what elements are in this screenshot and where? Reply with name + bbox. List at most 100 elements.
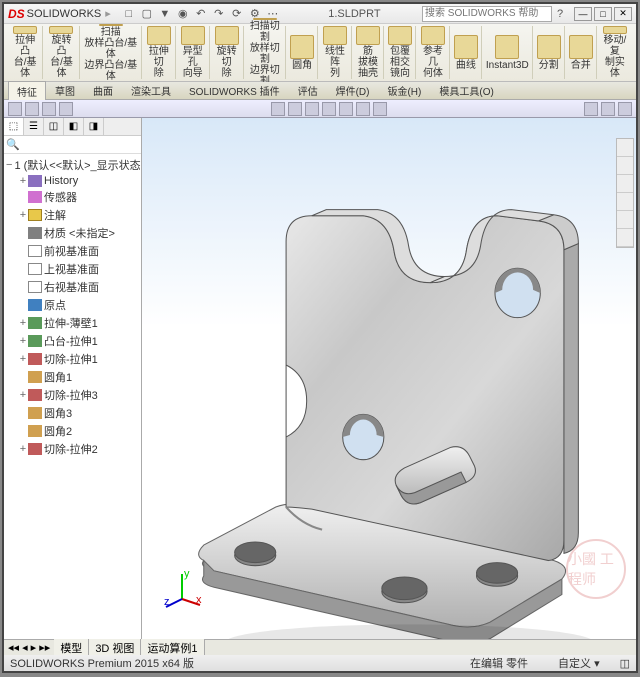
doc-max-icon[interactable] xyxy=(601,102,615,116)
command-tab[interactable]: SOLIDWORKS 插件 xyxy=(180,80,289,101)
ribbon-command[interactable]: 拉伸凸台/基体 xyxy=(8,26,43,79)
motion-tab[interactable]: 3D 视图 xyxy=(89,639,141,657)
command-tab[interactable]: 特征 xyxy=(8,81,46,101)
ribbon-command[interactable]: Instant3D xyxy=(483,26,533,79)
command-icon xyxy=(323,26,347,45)
ribbon-command[interactable]: 参考几何体 xyxy=(417,26,450,79)
command-icon xyxy=(537,35,561,59)
tree-item[interactable]: 传感器 xyxy=(6,188,139,206)
property-manager-tab[interactable]: ☰ xyxy=(24,118,44,135)
tree-item[interactable]: +切除-拉伸2 xyxy=(6,440,139,458)
ribbon-command[interactable]: 旋转凸台/基体 xyxy=(44,26,79,79)
expand-icon[interactable]: + xyxy=(18,175,28,187)
ribbon-command[interactable]: 拉伸切除 xyxy=(143,26,176,79)
tab-nav-icon[interactable]: ◂◂ ◂ ▸ ▸▸ xyxy=(4,641,54,654)
scene-icon[interactable] xyxy=(339,102,353,116)
task-pane[interactable] xyxy=(616,138,634,248)
ribbon-command[interactable]: 扫描切割放样切割边界切割 xyxy=(245,26,287,79)
feature-label: History xyxy=(44,175,78,187)
ribbon-command[interactable]: 线性阵列 xyxy=(319,26,352,79)
filter-icon[interactable]: 🔍 xyxy=(6,139,20,151)
custom-menu[interactable]: 自定义 ▾ xyxy=(558,655,600,671)
expand-icon[interactable]: + xyxy=(18,353,28,365)
view-orient-icon[interactable] xyxy=(288,102,302,116)
ribbon-command[interactable]: 移动/复制实体 xyxy=(598,26,632,79)
tree-item[interactable]: +切除-拉伸1 xyxy=(6,350,139,368)
command-tab[interactable]: 曲面 xyxy=(84,80,122,101)
ribbon-command[interactable]: 扫描放样凸台/基体边界凸台/基体 xyxy=(81,26,142,79)
tree-item[interactable]: 右视基准面 xyxy=(6,278,139,296)
tree-item[interactable]: 前视基准面 xyxy=(6,242,139,260)
expand-icon[interactable]: + xyxy=(18,443,28,455)
section-icon[interactable] xyxy=(322,102,336,116)
maximize-button[interactable]: □ xyxy=(594,7,612,21)
undo-icon[interactable]: ↶ xyxy=(193,6,209,22)
ribbon-command[interactable]: 异型孔向导 xyxy=(177,26,210,79)
command-tab[interactable]: 渲染工具 xyxy=(122,80,180,101)
motion-tab[interactable]: 模型 xyxy=(54,639,89,657)
help-icon[interactable]: ? xyxy=(552,6,568,22)
command-tab[interactable]: 评估 xyxy=(289,80,327,101)
hide-show-icon[interactable] xyxy=(373,102,387,116)
command-icon xyxy=(147,26,171,45)
tree-item[interactable]: +拉伸-薄壁1 xyxy=(6,314,139,332)
tree-item[interactable]: +凸台-拉伸1 xyxy=(6,332,139,350)
open-icon[interactable]: ▢ xyxy=(139,6,155,22)
view-triad[interactable]: y x z xyxy=(162,569,202,609)
command-icon xyxy=(495,35,519,59)
command-tab[interactable]: 草图 xyxy=(46,80,84,101)
expand-icon[interactable]: + xyxy=(18,209,28,221)
expand-icon[interactable]: + xyxy=(18,389,28,401)
feature-label: 右视基准面 xyxy=(44,279,99,295)
tree-item[interactable]: 材质 <未指定> xyxy=(6,224,139,242)
tree-item[interactable]: 圆角3 xyxy=(6,404,139,422)
command-tab[interactable]: 模具工具(O) xyxy=(430,80,502,101)
view-icon[interactable] xyxy=(59,102,73,116)
view-icon[interactable] xyxy=(8,102,22,116)
tree-item[interactable]: −1 (默认<<默认>_显示状态 1>) xyxy=(6,156,139,174)
command-tab[interactable]: 钣金(H) xyxy=(378,80,430,101)
close-button[interactable]: ✕ xyxy=(614,7,632,21)
help-search-input[interactable] xyxy=(422,6,552,22)
expand-icon[interactable]: − xyxy=(6,159,12,171)
config-manager-tab[interactable]: ◫ xyxy=(44,118,64,135)
tree-item[interactable]: +切除-拉伸3 xyxy=(6,386,139,404)
display-style-icon[interactable] xyxy=(305,102,319,116)
dimxpert-tab[interactable]: ◧ xyxy=(64,118,84,135)
expand-icon[interactable]: + xyxy=(18,317,28,329)
minimize-button[interactable]: — xyxy=(574,7,592,21)
motion-tab[interactable]: 运动算例1 xyxy=(141,639,204,657)
doc-close-icon[interactable] xyxy=(618,102,632,116)
rebuild-icon[interactable]: ⟳ xyxy=(229,6,245,22)
appearance-icon[interactable] xyxy=(356,102,370,116)
command-tab[interactable]: 焊件(D) xyxy=(327,80,379,101)
new-icon[interactable]: □ xyxy=(121,6,137,22)
tree-item[interactable]: 原点 xyxy=(6,296,139,314)
graphics-viewport[interactable]: y x z 小國 工程师 xyxy=(142,118,636,639)
redo-icon[interactable]: ↷ xyxy=(211,6,227,22)
print-icon[interactable]: ◉ xyxy=(175,6,191,22)
ribbon-command[interactable]: 圆角 xyxy=(287,26,318,79)
ribbon-command[interactable]: 分割 xyxy=(534,26,565,79)
status-icon[interactable]: ◫ xyxy=(620,657,630,670)
ribbon-command[interactable]: 包覆相交镜向 xyxy=(385,26,416,79)
zoom-icon[interactable] xyxy=(271,102,285,116)
view-icon[interactable] xyxy=(42,102,56,116)
tree-item[interactable]: 圆角2 xyxy=(6,422,139,440)
display-manager-tab[interactable]: ◨ xyxy=(84,118,104,135)
tree-item[interactable]: 圆角1 xyxy=(6,368,139,386)
feature-tree-tab[interactable]: ⬚ xyxy=(4,118,24,135)
ribbon-command[interactable]: 合并 xyxy=(566,26,597,79)
ribbon-command[interactable]: 曲线 xyxy=(451,26,482,79)
tree-item[interactable]: + History xyxy=(6,174,139,188)
view-icon[interactable] xyxy=(25,102,39,116)
doc-min-icon[interactable] xyxy=(584,102,598,116)
feature-icon xyxy=(28,335,42,347)
svg-text:x: x xyxy=(196,594,202,606)
ribbon-command[interactable]: 筋拔模抽壳 xyxy=(353,26,384,79)
tree-item[interactable]: +注解 xyxy=(6,206,139,224)
tree-item[interactable]: 上视基准面 xyxy=(6,260,139,278)
save-icon[interactable]: ▼ xyxy=(157,6,173,22)
ribbon-command[interactable]: 旋转切除 xyxy=(211,26,244,79)
expand-icon[interactable]: + xyxy=(18,335,28,347)
